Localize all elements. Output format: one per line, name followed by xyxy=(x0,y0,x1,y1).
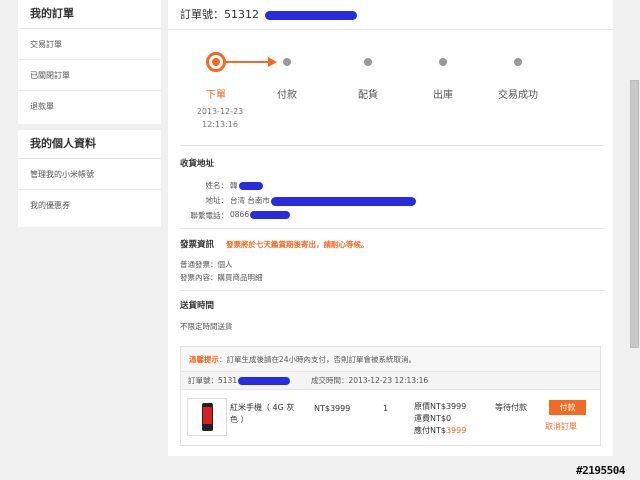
progress-date: 2013-12-23 xyxy=(196,107,244,116)
order-detail-panel: 訂單號：51312 下單 付款 配貨 出庫 交易成功 2013-12-23 12… xyxy=(168,0,613,456)
order-menu: 我的訂單 交易訂單 已關閉訂單 退款單 xyxy=(18,0,161,124)
divider xyxy=(180,228,605,229)
order-number: 訂單號：51312 xyxy=(180,6,357,22)
sidebar-item-closed-orders[interactable]: 已關閉訂單 xyxy=(18,60,161,91)
invoice-type: 普通發票：個人 xyxy=(180,260,233,269)
reminder-label: 溫馨提示 xyxy=(189,355,219,364)
divider xyxy=(180,145,605,146)
cancel-order-link[interactable]: 取消訂單 xyxy=(545,421,577,432)
phone-icon xyxy=(202,403,213,431)
table-order-number: 訂單號：5131 xyxy=(188,372,291,390)
amount-due: 應付NT$3999 xyxy=(414,426,467,435)
progress-step-payment: 付款 xyxy=(277,90,297,101)
order-number-label: 訂單號： xyxy=(180,8,224,21)
watermark-text: #2195504 xyxy=(576,464,625,477)
product-thumbnail[interactable] xyxy=(187,398,227,436)
unit-price: NT$3999 xyxy=(314,404,351,413)
original-price: 原價NT$3999 xyxy=(414,402,467,411)
scrollbar-thumb[interactable] xyxy=(630,80,639,348)
progress-step-dot xyxy=(364,58,372,66)
quantity: 1 xyxy=(383,404,389,413)
delivery-title: 送貨時間 xyxy=(180,301,215,311)
divider xyxy=(180,290,605,291)
sidebar-item-coupons[interactable]: 我的優惠券 xyxy=(18,190,161,221)
price-breakdown: 原價NT$3999 運費NT$0 應付NT$3999 xyxy=(414,401,466,437)
order-number-value: 51312 xyxy=(224,8,259,21)
progress-step-dot xyxy=(283,58,291,66)
name-label: 姓名： xyxy=(205,181,229,190)
delivery-value: 不限定時間送貨 xyxy=(180,322,233,331)
invoice-content: 發票內容：購買商品明細 xyxy=(180,273,263,282)
sidebar-item-orders[interactable]: 交易訂單 xyxy=(18,29,161,60)
payment-reminder: 溫馨提示：訂單生成後請在24小時內支付，否則訂單會被系統取消。 xyxy=(181,347,600,372)
sidebar-item-account[interactable]: 管理我的小米帳號 xyxy=(18,159,161,190)
progress-arrow-icon xyxy=(268,57,277,67)
progress-current-step-icon xyxy=(206,52,226,72)
progress-step-order: 下單 xyxy=(206,90,226,101)
product-name[interactable]: 紅米手機（ 4G 灰 色 ） xyxy=(230,402,294,426)
order-status: 等待付款 xyxy=(495,403,527,412)
order-menu-title: 我的訂單 xyxy=(18,0,161,29)
order-table-header: 訂單號：5131 成交時間：2013-12-23 12:13:16 xyxy=(181,372,600,390)
progress-step-shipped: 出庫 xyxy=(433,90,453,101)
pay-button[interactable]: 付款 xyxy=(549,400,586,415)
reminder-text: ：訂單生成後請在24小時內支付，否則訂單會被系統取消。 xyxy=(219,355,417,364)
redaction-mark xyxy=(264,10,357,20)
progress-line xyxy=(226,61,270,63)
shipping-title: 收貨地址 xyxy=(180,159,215,169)
progress-timestamp: 2013-12-23 12:13:16 xyxy=(190,105,250,131)
order-header: 訂單號：51312 xyxy=(168,0,613,30)
profile-menu-title: 我的個人資料 xyxy=(18,130,161,159)
table-order-time: 成交時間：2013-12-23 12:13:16 xyxy=(311,376,429,385)
progress-step-dot xyxy=(439,58,447,66)
address-label: 地址： xyxy=(205,196,229,205)
progress-step-dot xyxy=(514,58,522,66)
progress-time: 12:13:16 xyxy=(202,120,238,129)
shipping-fee: 運費NT$0 xyxy=(414,414,452,423)
phone-value: 0866 xyxy=(230,210,291,219)
progress-step-complete: 交易成功 xyxy=(498,90,538,101)
phone-label: 聯繫電話： xyxy=(190,211,229,220)
name-value: 韓 xyxy=(230,180,263,191)
progress-step-packing: 配貨 xyxy=(358,90,378,101)
sidebar-item-refunds[interactable]: 退款單 xyxy=(18,91,161,122)
order-items-table: 溫馨提示：訂單生成後請在24小時內支付，否則訂單會被系統取消。 訂單號：5131… xyxy=(180,346,601,446)
invoice-notice: 發票將於七天鑑賞期後寄出，請耐心等候。 xyxy=(226,240,369,249)
profile-menu: 我的個人資料 管理我的小米帳號 我的優惠券 xyxy=(18,130,161,227)
address-value: 台湾 台南市 xyxy=(230,195,416,206)
invoice-title: 發票資訊 xyxy=(180,240,215,250)
